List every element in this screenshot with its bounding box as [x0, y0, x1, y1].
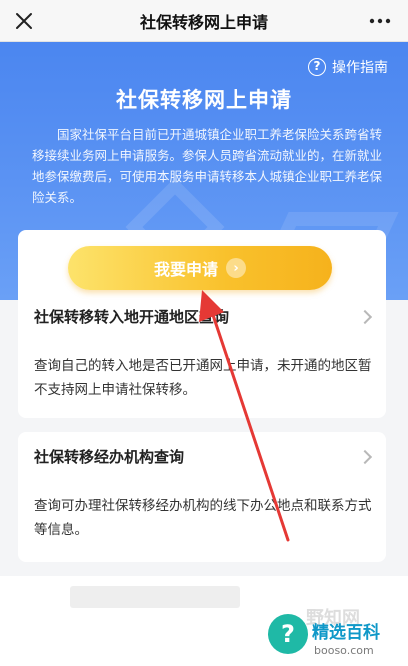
agency-query-title[interactable]: 社保转移经办机构查询	[34, 446, 184, 467]
chevron-right-icon[interactable]	[357, 309, 373, 325]
transfer-region-query-title[interactable]: 社保转移转入地开通地区查询	[34, 306, 229, 327]
more-icon[interactable]	[364, 5, 396, 37]
watermark-logo: 野知网 ? 精选百科 booso.com	[252, 608, 408, 666]
transfer-region-query-desc: 查询自己的转入地是否已开通网上申请，未开通的地区暂不支持网上申请社保转移。	[34, 358, 372, 398]
apply-card: 我要申请 › 社保转移转入地开通地区查询 查询自己的转入地是否已开通网上申请，未…	[18, 230, 386, 418]
watermark-subtext: booso.com	[314, 644, 374, 657]
question-bubble-icon: ?	[268, 614, 308, 654]
hero-title: 社保转移网上申请	[116, 88, 292, 112]
hero-description: 国家社保平台目前已开通城镇企业职工养老保险关系跨省转移接续业务网上申请服务。参保…	[32, 127, 383, 205]
chevron-right-icon[interactable]	[357, 449, 373, 465]
close-icon[interactable]	[8, 5, 40, 37]
agency-query-card[interactable]: 社保转移经办机构查询 查询可办理社保转移经办机构的线下办公地点和联系方式等信息。	[18, 432, 386, 562]
operation-guide-label: 操作指南	[332, 60, 388, 76]
apply-button[interactable]: 我要申请 ›	[68, 246, 332, 290]
arrow-right-icon: ›	[226, 258, 246, 278]
blurred-content	[70, 586, 240, 608]
question-circle-icon: ?	[308, 58, 326, 76]
operation-guide-link[interactable]: ? 操作指南	[308, 57, 388, 77]
agency-query-desc: 查询可办理社保转移经办机构的线下办公地点和联系方式等信息。	[34, 498, 372, 538]
top-nav-bar: 社保转移网上申请	[0, 0, 408, 42]
page-title: 社保转移网上申请	[139, 12, 268, 32]
watermark-text: 精选百科	[312, 623, 380, 643]
apply-button-label: 我要申请	[153, 260, 218, 279]
